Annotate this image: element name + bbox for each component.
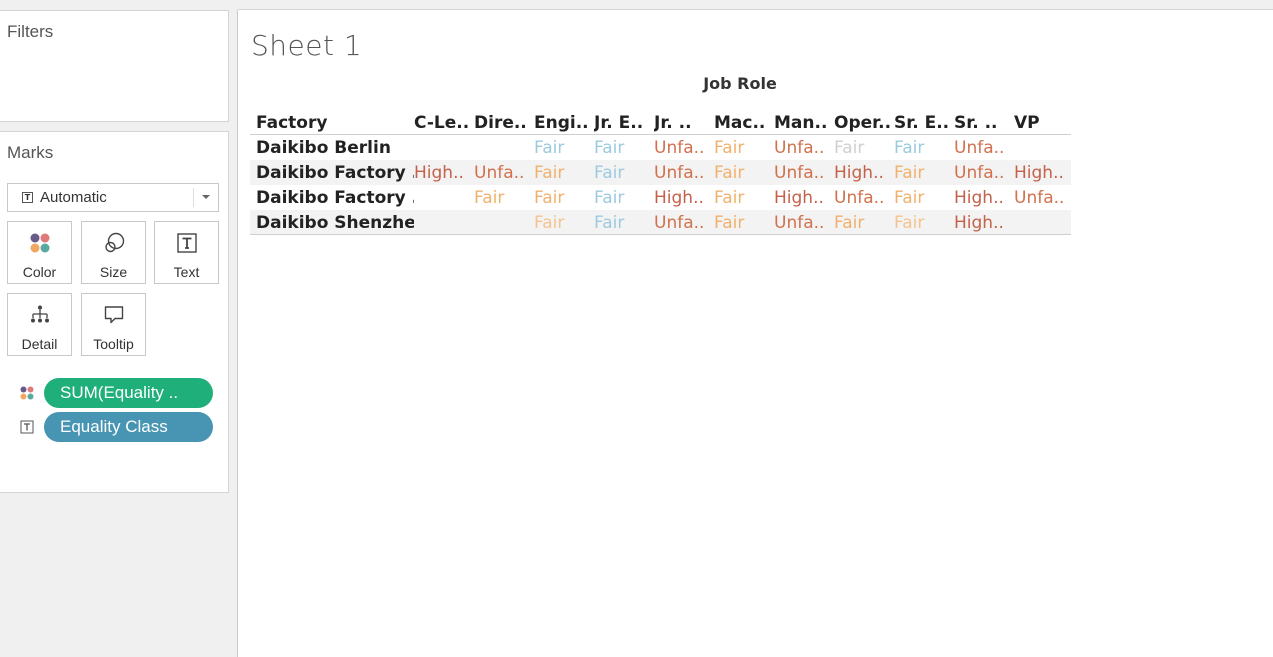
tooltip-button-label: Tooltip <box>93 336 134 352</box>
data-cell[interactable]: Fair <box>594 163 652 183</box>
size-button[interactable]: Size <box>81 221 146 284</box>
data-cell[interactable]: Unfa.. <box>654 138 712 158</box>
color-dots-icon <box>20 386 34 400</box>
crosstab-table: Factory C-Le.. Dire.. Engi.. Jr. E.. Jr. .. M… <box>250 110 1071 235</box>
column-header[interactable]: Sr. .. <box>954 113 1012 133</box>
row-header-cell[interactable]: Daikibo Factory .. <box>256 163 414 183</box>
column-header[interactable]: Jr. .. <box>654 113 712 133</box>
data-cell[interactable]: Fair <box>894 163 952 183</box>
table-row: Daikibo Shenzhen Fair Fair Unfa.. Fair Unfa..… <box>250 210 1071 235</box>
data-cell[interactable]: Fair <box>534 138 592 158</box>
data-cell[interactable]: Unfa.. <box>954 163 1012 183</box>
text-t-icon <box>176 233 197 253</box>
canvas-divider <box>237 10 238 657</box>
data-cell[interactable]: Fair <box>834 138 892 158</box>
filters-shelf[interactable]: Filters <box>0 10 229 122</box>
text-t-icon <box>20 420 34 434</box>
sheet-title: Sheet 1 <box>251 29 363 62</box>
size-circles-icon <box>104 232 124 253</box>
data-cell[interactable]: High.. <box>954 213 1012 233</box>
dropdown-divider <box>193 188 194 207</box>
data-cell[interactable]: High.. <box>654 188 712 208</box>
table-row: Daikibo Factory .. Fair Fair Fair High.. Fair… <box>250 185 1071 210</box>
tooltip-button[interactable]: Tooltip <box>81 293 146 356</box>
data-cell[interactable]: Fair <box>474 188 532 208</box>
detail-button-label: Detail <box>21 336 58 352</box>
data-cell[interactable]: Unfa.. <box>774 163 832 183</box>
text-mark-icon: T <box>22 192 33 203</box>
row-header-cell[interactable]: Daikibo Shenzhen <box>256 213 414 233</box>
data-cell[interactable]: Unfa.. <box>834 188 892 208</box>
equality-class-pill[interactable]: Equality Class <box>44 412 213 442</box>
data-cell[interactable]: Unfa.. <box>654 213 712 233</box>
data-cell[interactable]: Unfa.. <box>474 163 532 183</box>
data-cell[interactable]: Unfa.. <box>774 213 832 233</box>
row-header-cell[interactable]: Daikibo Berlin <box>256 138 414 158</box>
data-cell[interactable]: High.. <box>954 188 1012 208</box>
table-header-row: Factory C-Le.. Dire.. Engi.. Jr. E.. Jr. .. M… <box>250 110 1071 135</box>
data-cell[interactable]: Fair <box>714 213 772 233</box>
data-cell[interactable]: Fair <box>594 138 652 158</box>
column-header[interactable]: Jr. E.. <box>594 113 652 133</box>
text-button[interactable]: Text <box>154 221 219 284</box>
chevron-down-icon <box>202 195 210 199</box>
data-cell[interactable]: Fair <box>594 188 652 208</box>
data-cell[interactable]: Unfa.. <box>774 138 832 158</box>
size-button-label: Size <box>99 264 128 280</box>
color-dots-icon <box>30 233 49 253</box>
data-cell[interactable]: Fair <box>714 163 772 183</box>
data-cell[interactable]: Fair <box>714 138 772 158</box>
data-cell[interactable]: Unfa.. <box>1014 188 1072 208</box>
text-button-label: Text <box>173 264 200 280</box>
table-row: Daikibo Factory .. High.. Unfa.. Fair Fair Un… <box>250 160 1071 185</box>
data-cell[interactable]: Unfa.. <box>654 163 712 183</box>
data-cell[interactable]: Fair <box>834 213 892 233</box>
mark-type-label: Automatic <box>40 189 107 206</box>
column-header[interactable]: Man.. <box>774 113 832 133</box>
column-header[interactable]: Sr. E.. <box>894 113 952 133</box>
data-cell[interactable]: Fair <box>714 188 772 208</box>
data-cell[interactable]: Fair <box>594 213 652 233</box>
column-group-header[interactable]: Job Role <box>640 74 840 93</box>
data-cell[interactable]: High.. <box>1014 163 1072 183</box>
data-cell[interactable]: Fair <box>894 138 952 158</box>
column-header[interactable]: Dire.. <box>474 113 532 133</box>
detail-tree-icon <box>30 305 49 323</box>
color-button-label: Color <box>22 264 57 280</box>
table-bottom-border <box>250 234 1071 235</box>
marks-card: Marks T Automatic Color Size Text Detail… <box>0 131 229 493</box>
data-cell[interactable]: High.. <box>414 163 472 183</box>
data-cell[interactable]: Unfa.. <box>954 138 1012 158</box>
data-cell[interactable]: Fair <box>534 213 592 233</box>
filters-title: Filters <box>7 22 54 41</box>
data-cell[interactable]: Fair <box>894 188 952 208</box>
sum-equality-pill[interactable]: SUM(Equality .. <box>44 378 213 408</box>
column-header[interactable]: Mac.. <box>714 113 772 133</box>
data-cell[interactable]: High.. <box>774 188 832 208</box>
column-header[interactable]: C-Le.. <box>414 113 472 133</box>
row-header-factory[interactable]: Factory <box>256 113 414 133</box>
column-header[interactable]: VP <box>1014 113 1072 133</box>
data-cell[interactable]: Fair <box>894 213 952 233</box>
top-toolbar-strip <box>238 0 1273 10</box>
detail-button[interactable]: Detail <box>7 293 72 356</box>
data-cell[interactable]: Fair <box>534 163 592 183</box>
marks-title: Marks <box>7 143 54 162</box>
column-header[interactable]: Engi.. <box>534 113 592 133</box>
column-header[interactable]: Oper.. <box>834 113 892 133</box>
tooltip-bubble-icon <box>104 306 123 324</box>
row-header-cell[interactable]: Daikibo Factory .. <box>256 188 414 208</box>
data-cell[interactable]: Fair <box>534 188 592 208</box>
mark-type-dropdown[interactable]: T Automatic <box>7 183 219 212</box>
data-cell[interactable]: High.. <box>834 163 892 183</box>
table-row: Daikibo Berlin Fair Fair Unfa.. Fair Unfa.. Fa… <box>250 135 1071 160</box>
color-button[interactable]: Color <box>7 221 72 284</box>
